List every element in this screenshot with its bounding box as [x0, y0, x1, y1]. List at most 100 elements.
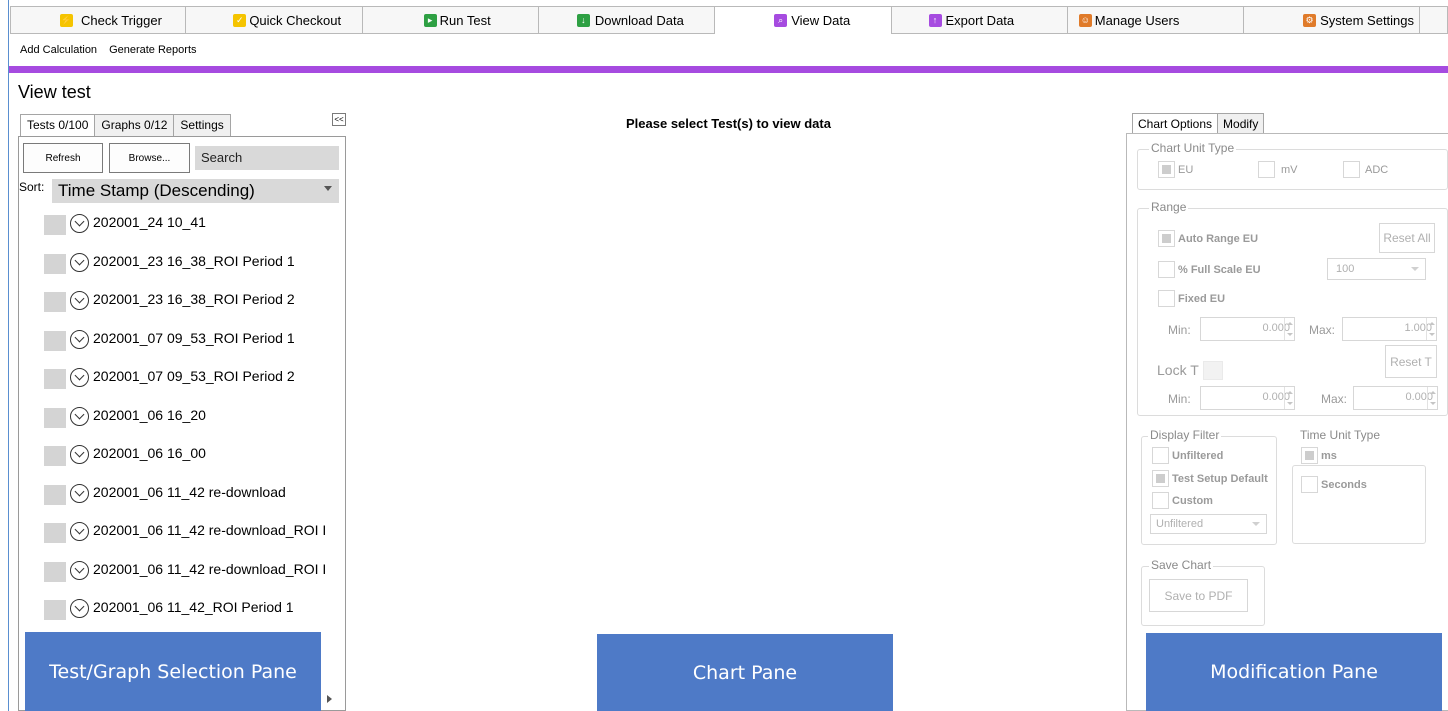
tab-export-data[interactable]: ↑ Export Data	[891, 6, 1068, 34]
list-item[interactable]: 202001_07 09_53_ROI Period 1	[44, 323, 344, 362]
expand-icon[interactable]	[70, 214, 89, 233]
tab-graphs[interactable]: Graphs 0/12	[94, 114, 175, 137]
list-item[interactable]: 202001_07 09_53_ROI Period 2	[44, 361, 344, 400]
filter-select[interactable]: Unfiltered	[1150, 514, 1267, 534]
sort-select[interactable]: Time Stamp (Descending)	[52, 179, 339, 203]
list-item[interactable]: 202001_06 16_00	[44, 438, 344, 477]
max-eu-input[interactable]: 1.000	[1342, 317, 1437, 341]
test-checkbox[interactable]	[44, 292, 66, 312]
tab-system-settings[interactable]: ⚙ System Settings	[1244, 6, 1421, 34]
custom-radio[interactable]	[1152, 492, 1169, 509]
unfiltered-label: Unfiltered	[1172, 450, 1224, 462]
add-calculation-link[interactable]: Add Calculation	[20, 44, 97, 56]
min-t-label: Min:	[1168, 392, 1191, 406]
list-item[interactable]: 202001_06 11_42 re-download	[44, 477, 344, 516]
save-to-pdf-button[interactable]: Save to PDF	[1149, 579, 1248, 612]
accent-divider	[9, 66, 1448, 73]
auto-range-checkbox[interactable]	[1158, 230, 1175, 247]
tab-run-test[interactable]: ▸ Run Test	[362, 6, 539, 34]
full-scale-checkbox[interactable]	[1158, 261, 1175, 278]
tab-download-data[interactable]: ↓ Download Data	[538, 6, 716, 34]
tab-manage-users[interactable]: ☺ Manage Users	[1067, 6, 1245, 34]
search-input[interactable]: Search	[195, 146, 339, 170]
full-scale-label: % Full Scale EU	[1178, 264, 1261, 276]
test-name: 202001_06 11_42 re-download_ROI I	[93, 522, 327, 538]
tab-quick-checkout[interactable]: ✓ Quick Checkout	[186, 6, 363, 34]
expand-icon[interactable]	[70, 329, 89, 349]
reset-t-button[interactable]: Reset T	[1385, 345, 1437, 378]
list-item[interactable]: 202001_23 16_38_ROI Period 1	[44, 246, 344, 285]
test-checkbox[interactable]	[44, 215, 66, 235]
mv-label: mV	[1281, 164, 1298, 176]
reset-all-button[interactable]: Reset All	[1379, 223, 1435, 253]
tab-label: Download Data	[594, 13, 684, 28]
test-name: 202001_06 11_42 re-download	[93, 483, 286, 500]
list-item[interactable]: 202001_06 11_42 re-download_ROI I	[44, 554, 344, 593]
expand-icon[interactable]	[70, 599, 89, 618]
min-t-input[interactable]: 0.000	[1200, 386, 1295, 410]
test-checkbox[interactable]	[44, 561, 66, 582]
full-scale-select[interactable]: 100	[1327, 258, 1426, 280]
eu-radio[interactable]	[1158, 161, 1175, 178]
test-checkbox[interactable]	[44, 369, 66, 389]
lock-t-checkbox[interactable]	[1203, 361, 1223, 380]
sub-toolbar: Add Calculation Generate Reports	[20, 44, 197, 56]
list-item[interactable]: 202001_24 10_41	[44, 207, 344, 246]
browse-button[interactable]: Browse...	[109, 143, 190, 173]
list-item[interactable]: 202001_06 11_42_ROI Period 1	[44, 592, 344, 631]
expand-icon[interactable]	[70, 406, 89, 426]
tab-tests[interactable]: Tests 0/100	[20, 114, 96, 138]
list-item[interactable]: 202001_06 16_20	[44, 400, 344, 439]
tab-label: Quick Checkout	[249, 13, 342, 28]
generate-reports-link[interactable]: Generate Reports	[109, 44, 196, 56]
collapse-pane-button[interactable]: <<	[332, 113, 346, 126]
test-checkbox[interactable]	[44, 446, 66, 466]
adc-radio[interactable]	[1343, 161, 1360, 178]
chevron-down-icon	[1411, 267, 1419, 271]
expand-icon[interactable]	[70, 368, 89, 387]
expand-icon[interactable]	[70, 483, 89, 503]
tab-label: Manage Users	[1094, 13, 1180, 28]
refresh-button[interactable]: Refresh	[23, 143, 103, 173]
spinner-icon[interactable]	[1284, 318, 1294, 340]
fixed-eu-label: Fixed EU	[1178, 293, 1226, 305]
max-t-label: Max:	[1321, 392, 1348, 406]
expand-icon[interactable]	[70, 252, 89, 272]
selection-pane-label: Test/Graph Selection Pane	[25, 632, 321, 711]
expand-icon[interactable]	[70, 291, 89, 310]
mv-radio[interactable]	[1258, 161, 1275, 178]
chevron-down-icon	[1252, 522, 1260, 526]
scroll-right-icon[interactable]	[327, 695, 332, 703]
test-name: 202001_07 09_53_ROI Period 1	[93, 329, 295, 346]
tab-settings[interactable]: Settings	[173, 114, 231, 137]
expand-icon[interactable]	[70, 522, 89, 541]
test-checkbox[interactable]	[44, 407, 66, 428]
tab-check-trigger[interactable]: ⚡ Check Trigger	[10, 6, 187, 34]
test-checkbox[interactable]	[44, 523, 66, 543]
test-checkbox[interactable]	[44, 253, 66, 274]
list-item[interactable]: 202001_06 11_42 re-download_ROI I	[44, 515, 344, 554]
main-tab-bar: ⚡ Check Trigger ✓ Quick Checkout ▸ Run T…	[10, 6, 1448, 34]
test-setup-default-radio[interactable]	[1152, 470, 1169, 487]
expand-icon[interactable]	[70, 445, 89, 464]
tab-view-data[interactable]: ⌕ View Data	[715, 6, 892, 34]
spinner-icon[interactable]	[1284, 387, 1294, 409]
max-label: Max:	[1309, 323, 1336, 337]
tab-modify[interactable]: Modify	[1217, 113, 1265, 134]
fixed-eu-checkbox[interactable]	[1158, 290, 1175, 307]
min-label: Min:	[1168, 323, 1191, 337]
list-item[interactable]: 202001_23 16_38_ROI Period 2	[44, 284, 344, 323]
seconds-radio[interactable]	[1301, 476, 1318, 493]
test-checkbox[interactable]	[44, 600, 66, 620]
spinner-icon[interactable]	[1426, 318, 1436, 340]
test-checkbox[interactable]	[44, 484, 66, 505]
tab-chart-options[interactable]: Chart Options	[1132, 113, 1219, 135]
max-t-input[interactable]: 0.000	[1353, 386, 1438, 410]
test-checkbox[interactable]	[44, 330, 66, 351]
ms-radio[interactable]	[1301, 447, 1318, 464]
min-eu-input[interactable]: 0.000	[1200, 317, 1295, 341]
unfiltered-radio[interactable]	[1152, 447, 1169, 464]
spinner-icon[interactable]	[1427, 387, 1437, 409]
expand-icon[interactable]	[70, 560, 89, 580]
test-name: 202001_06 16_00	[93, 445, 206, 461]
